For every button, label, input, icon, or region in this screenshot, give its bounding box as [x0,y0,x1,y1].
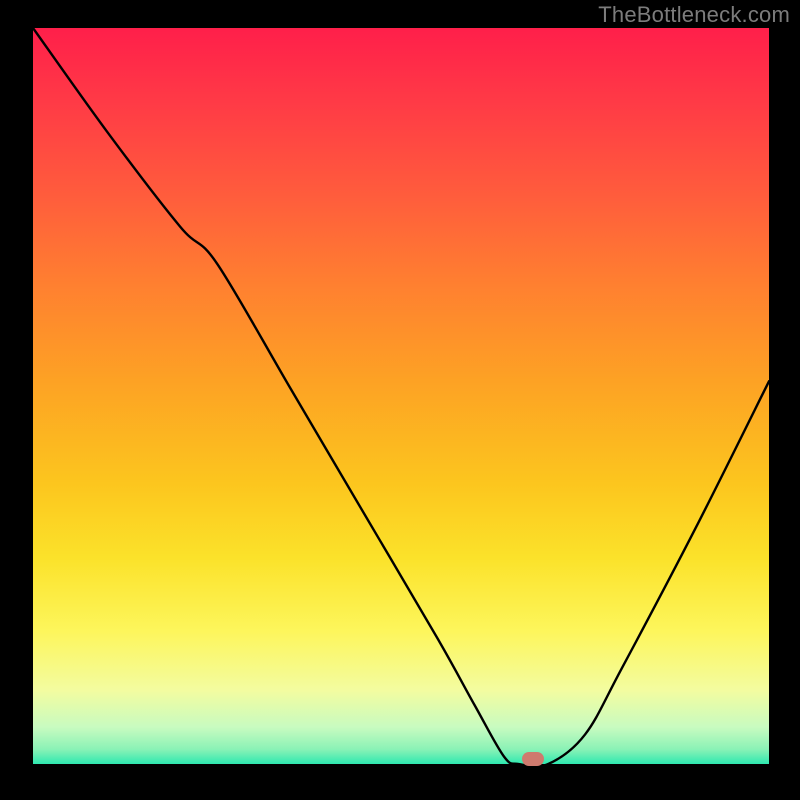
watermark-text: TheBottleneck.com [598,2,790,28]
chart-frame: TheBottleneck.com [0,0,800,800]
optimal-marker [522,752,544,766]
bottleneck-curve [33,28,769,764]
plot-area [33,28,769,764]
curve-svg [33,28,769,764]
